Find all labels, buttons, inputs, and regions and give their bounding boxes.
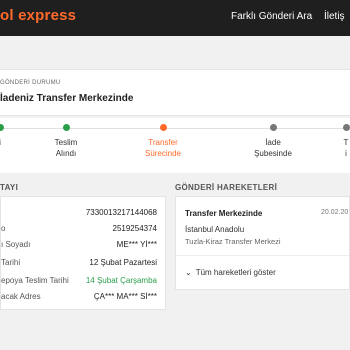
detail-row: ı Soyadı ME*** Yİ*** bbox=[1, 240, 167, 254]
step-label: i bbox=[0, 137, 30, 148]
step-return-branch: İade Şubesinde bbox=[243, 124, 303, 159]
detail-key: acak Adres bbox=[1, 292, 41, 301]
detail-value: 14 Şubat Çarşamba bbox=[85, 276, 157, 285]
step-dot bbox=[159, 124, 167, 131]
movement-city: İstanbul Anadolu bbox=[185, 225, 245, 234]
shipment-movements-card: Transfer Merkezinde 20.02.20 İstanbul An… bbox=[175, 196, 350, 290]
detail-row: epoya Teslim Tarihi 14 Şubat Çarşamba bbox=[1, 276, 167, 290]
movement-title: Transfer Merkezinde bbox=[185, 209, 263, 218]
step-dot bbox=[62, 124, 70, 131]
detail-value: 7330013217144068 bbox=[85, 208, 157, 217]
movements-section-title: GÖNDERİ HAREKETLERİ bbox=[175, 183, 278, 192]
details-section-title: TAYI bbox=[0, 183, 19, 192]
step-transfer: Transfer Sürecinde bbox=[133, 124, 193, 159]
step-label: İade Şubesinde bbox=[254, 138, 292, 158]
detail-key: o bbox=[1, 224, 6, 233]
step-dot bbox=[342, 124, 350, 131]
step-label: Teslim Alındı bbox=[54, 138, 78, 158]
nav-contact[interactable]: İletiş bbox=[324, 11, 345, 22]
progress-steps: i TeslimAlındı TransferSürecinde İadeŞub… bbox=[0, 118, 350, 173]
detail-key: ı Soyadı bbox=[1, 240, 31, 249]
step-label: Transfer Sürecinde bbox=[144, 138, 182, 158]
step-dot bbox=[0, 124, 4, 131]
detail-value: ME*** Yİ*** bbox=[116, 240, 157, 249]
step-5: Ti bbox=[316, 124, 350, 159]
status-value: İadeniz Transfer Merkezinde bbox=[0, 93, 134, 104]
divider bbox=[176, 255, 349, 256]
show-all-movements-button[interactable]: ⌄ Tüm hareketleri göster bbox=[185, 268, 276, 277]
status-label: GÖNDERİ DURUMU bbox=[0, 80, 61, 86]
shipment-status-panel: GÖNDERİ DURUMU İadeniz Transfer Merkezin… bbox=[0, 69, 350, 116]
step-dot bbox=[269, 124, 277, 131]
detail-row: 7330013217144068 bbox=[1, 208, 167, 222]
show-all-label: Tüm hareketleri göster bbox=[195, 268, 276, 277]
top-header: ol express Farklı Gönderi Ara İletiş bbox=[0, 0, 350, 36]
detail-value: ÇA*** MA*** Sİ*** bbox=[93, 292, 157, 301]
detail-value: 12 Şubat Pazartesi bbox=[89, 258, 157, 267]
detail-key: epoya Teslim Tarihi bbox=[1, 276, 69, 285]
detail-row: o 2519254374 bbox=[1, 224, 167, 238]
shipment-details-card: 7330013217144068 o 2519254374 ı Soyadı M… bbox=[0, 196, 166, 310]
movement-date: 20.02.20 bbox=[321, 209, 349, 216]
step-received: Teslim Alındı bbox=[36, 124, 96, 159]
movement-location: Tuzla-Kiraz Transfer Merkezi bbox=[185, 237, 281, 246]
step-label: Ti bbox=[343, 138, 349, 158]
detail-key: Tarihi bbox=[1, 258, 21, 267]
brand-logo[interactable]: ol express bbox=[0, 7, 76, 24]
detail-value: 2519254374 bbox=[112, 224, 158, 233]
nav-search-other-shipment[interactable]: Farklı Gönderi Ara bbox=[231, 11, 312, 22]
step-1: i bbox=[0, 124, 30, 148]
detail-row: acak Adres ÇA*** MA*** Sİ*** bbox=[1, 292, 167, 306]
detail-row: Tarihi 12 Şubat Pazartesi bbox=[1, 258, 167, 272]
chevron-down-icon: ⌄ bbox=[185, 268, 192, 277]
